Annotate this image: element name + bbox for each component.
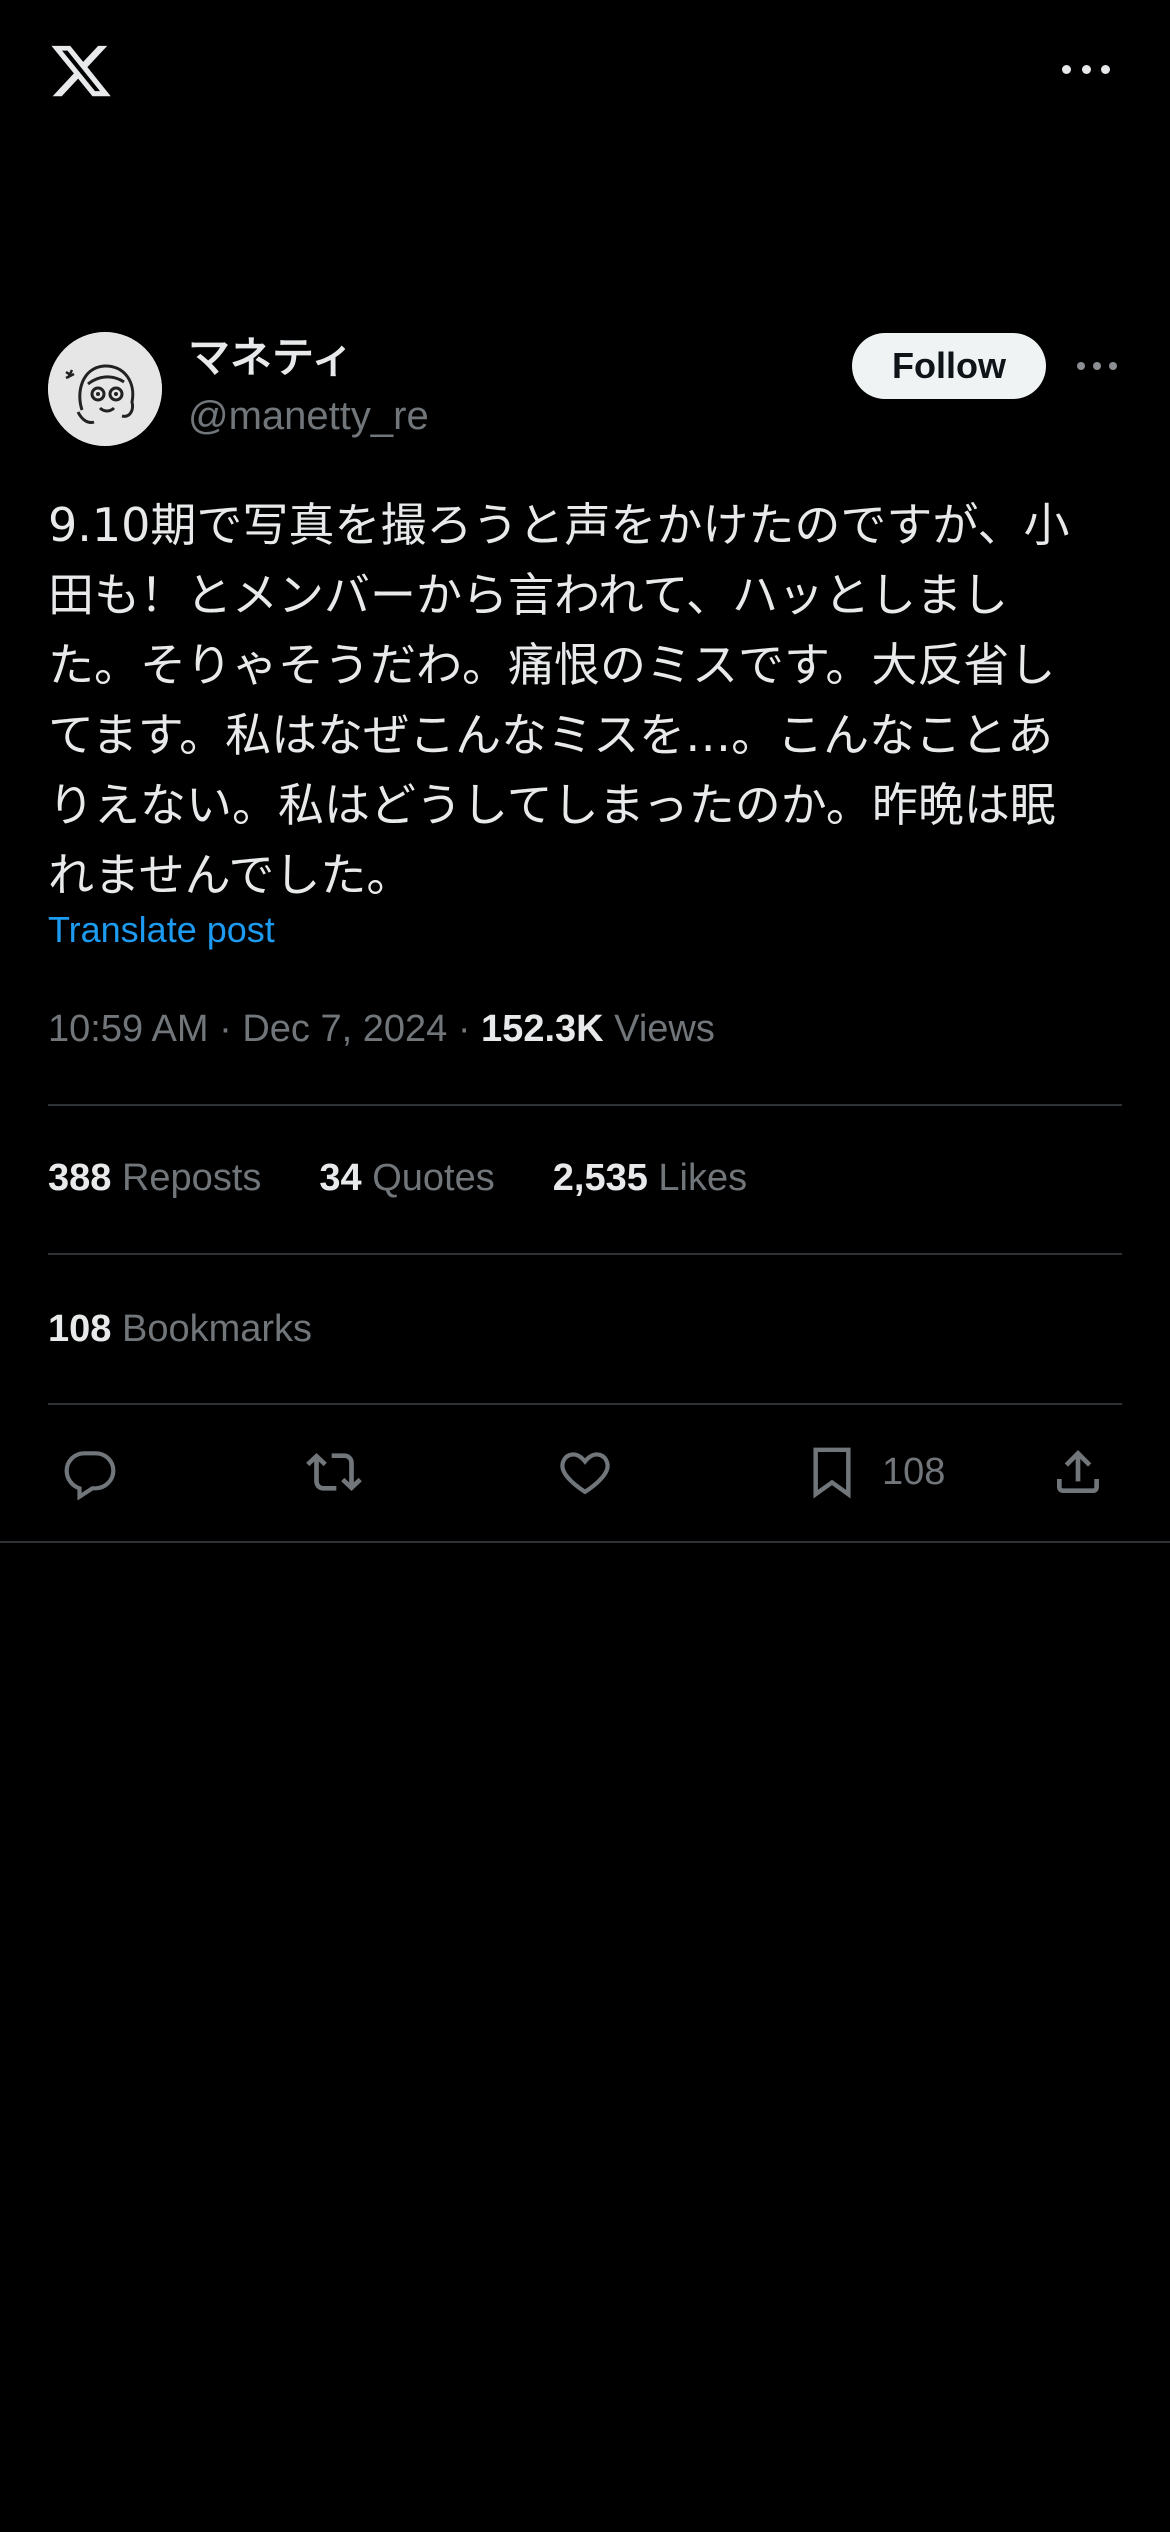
repost-button[interactable] [306,1436,362,1508]
more-dot [1101,64,1110,74]
post-text-line: 田も！とメンバーから言われて、ハッとしまし [48,568,1009,622]
repost-icon [306,1453,362,1491]
bookmark-icon [813,1447,851,1499]
reply-button[interactable] [62,1436,118,1508]
post-text-line: れませんでした。 [48,848,413,902]
share-icon [1057,1450,1099,1493]
divider [48,1403,1122,1405]
views-count: 152.3K [481,1008,604,1050]
more-dot [1081,64,1091,74]
post-meta: 10:59 AM · Dec 7, 2024 · 152.3K Views [48,1004,715,1054]
post-text-line: 9.10期で写真を撮ろうと声をかけたのですが、小 [48,498,1070,552]
quotes-count: 34 [319,1157,362,1199]
meta-separator: · [219,1008,232,1050]
post-text-line: てます。私はなぜこんなミスを…。こんなことあ [48,708,1054,762]
reposts-label: Reposts [121,1157,262,1199]
display-name[interactable]: マネティ [188,334,353,382]
reposts-stat[interactable]: 388 Reposts [48,1153,261,1203]
meta-separator: · [457,1008,471,1050]
likes-label: Likes [658,1157,748,1199]
avatar[interactable] [48,332,162,446]
post-text-line: りえない。私はどうしてしまったのか。昨晩は眠 [48,778,1056,832]
bookmarks-label: Bookmarks [121,1308,313,1350]
user-handle[interactable]: @manetty_re [188,392,429,440]
likes-stat[interactable]: 2,535 Likes [553,1153,747,1203]
quotes-label: Quotes [372,1157,495,1199]
post-text: 9.10期で写真を撮ろうと声をかけたのですが、小 田も！とメンバーから言われて、… [48,490,1128,910]
post-date[interactable]: Dec 7, 2024 [242,1008,447,1050]
more-dot [1093,362,1101,370]
more-dot [1109,362,1117,370]
bookmarks-stat[interactable]: 108 Bookmarks [48,1304,312,1354]
share-button[interactable] [1050,1436,1106,1508]
post-more-options-icon[interactable] [1077,361,1117,371]
more-dot [1062,64,1071,74]
bookmark-action-count: 108 [882,1450,946,1493]
translate-post-link[interactable]: Translate post [48,908,275,952]
reposts-count: 388 [48,1157,112,1199]
divider [0,1541,1170,1543]
divider [48,1104,1122,1106]
bookmark-button[interactable]: 108 [804,1436,945,1508]
post-time[interactable]: 10:59 AM [48,1008,209,1050]
bookmarks-count: 108 [48,1308,112,1350]
like-icon [560,1452,610,1495]
divider [48,1253,1122,1255]
x-logo-icon[interactable] [48,40,114,102]
reply-icon [64,1451,116,1500]
follow-button[interactable]: Follow [852,333,1046,399]
likes-count: 2,535 [552,1157,648,1199]
engagement-stats: 388 Reposts 34 Quotes 2,535 Likes [48,1153,805,1203]
like-button[interactable] [557,1436,613,1508]
views-label: Views [614,1008,715,1050]
avatar-drawing-icon [48,332,162,446]
more-dot [1077,362,1085,370]
quotes-stat[interactable]: 34 Quotes [319,1153,494,1203]
more-options-icon[interactable] [1062,62,1110,76]
post-text-line: た。そりゃそうだわ。痛恨のミスです。大反省し [48,638,1056,692]
